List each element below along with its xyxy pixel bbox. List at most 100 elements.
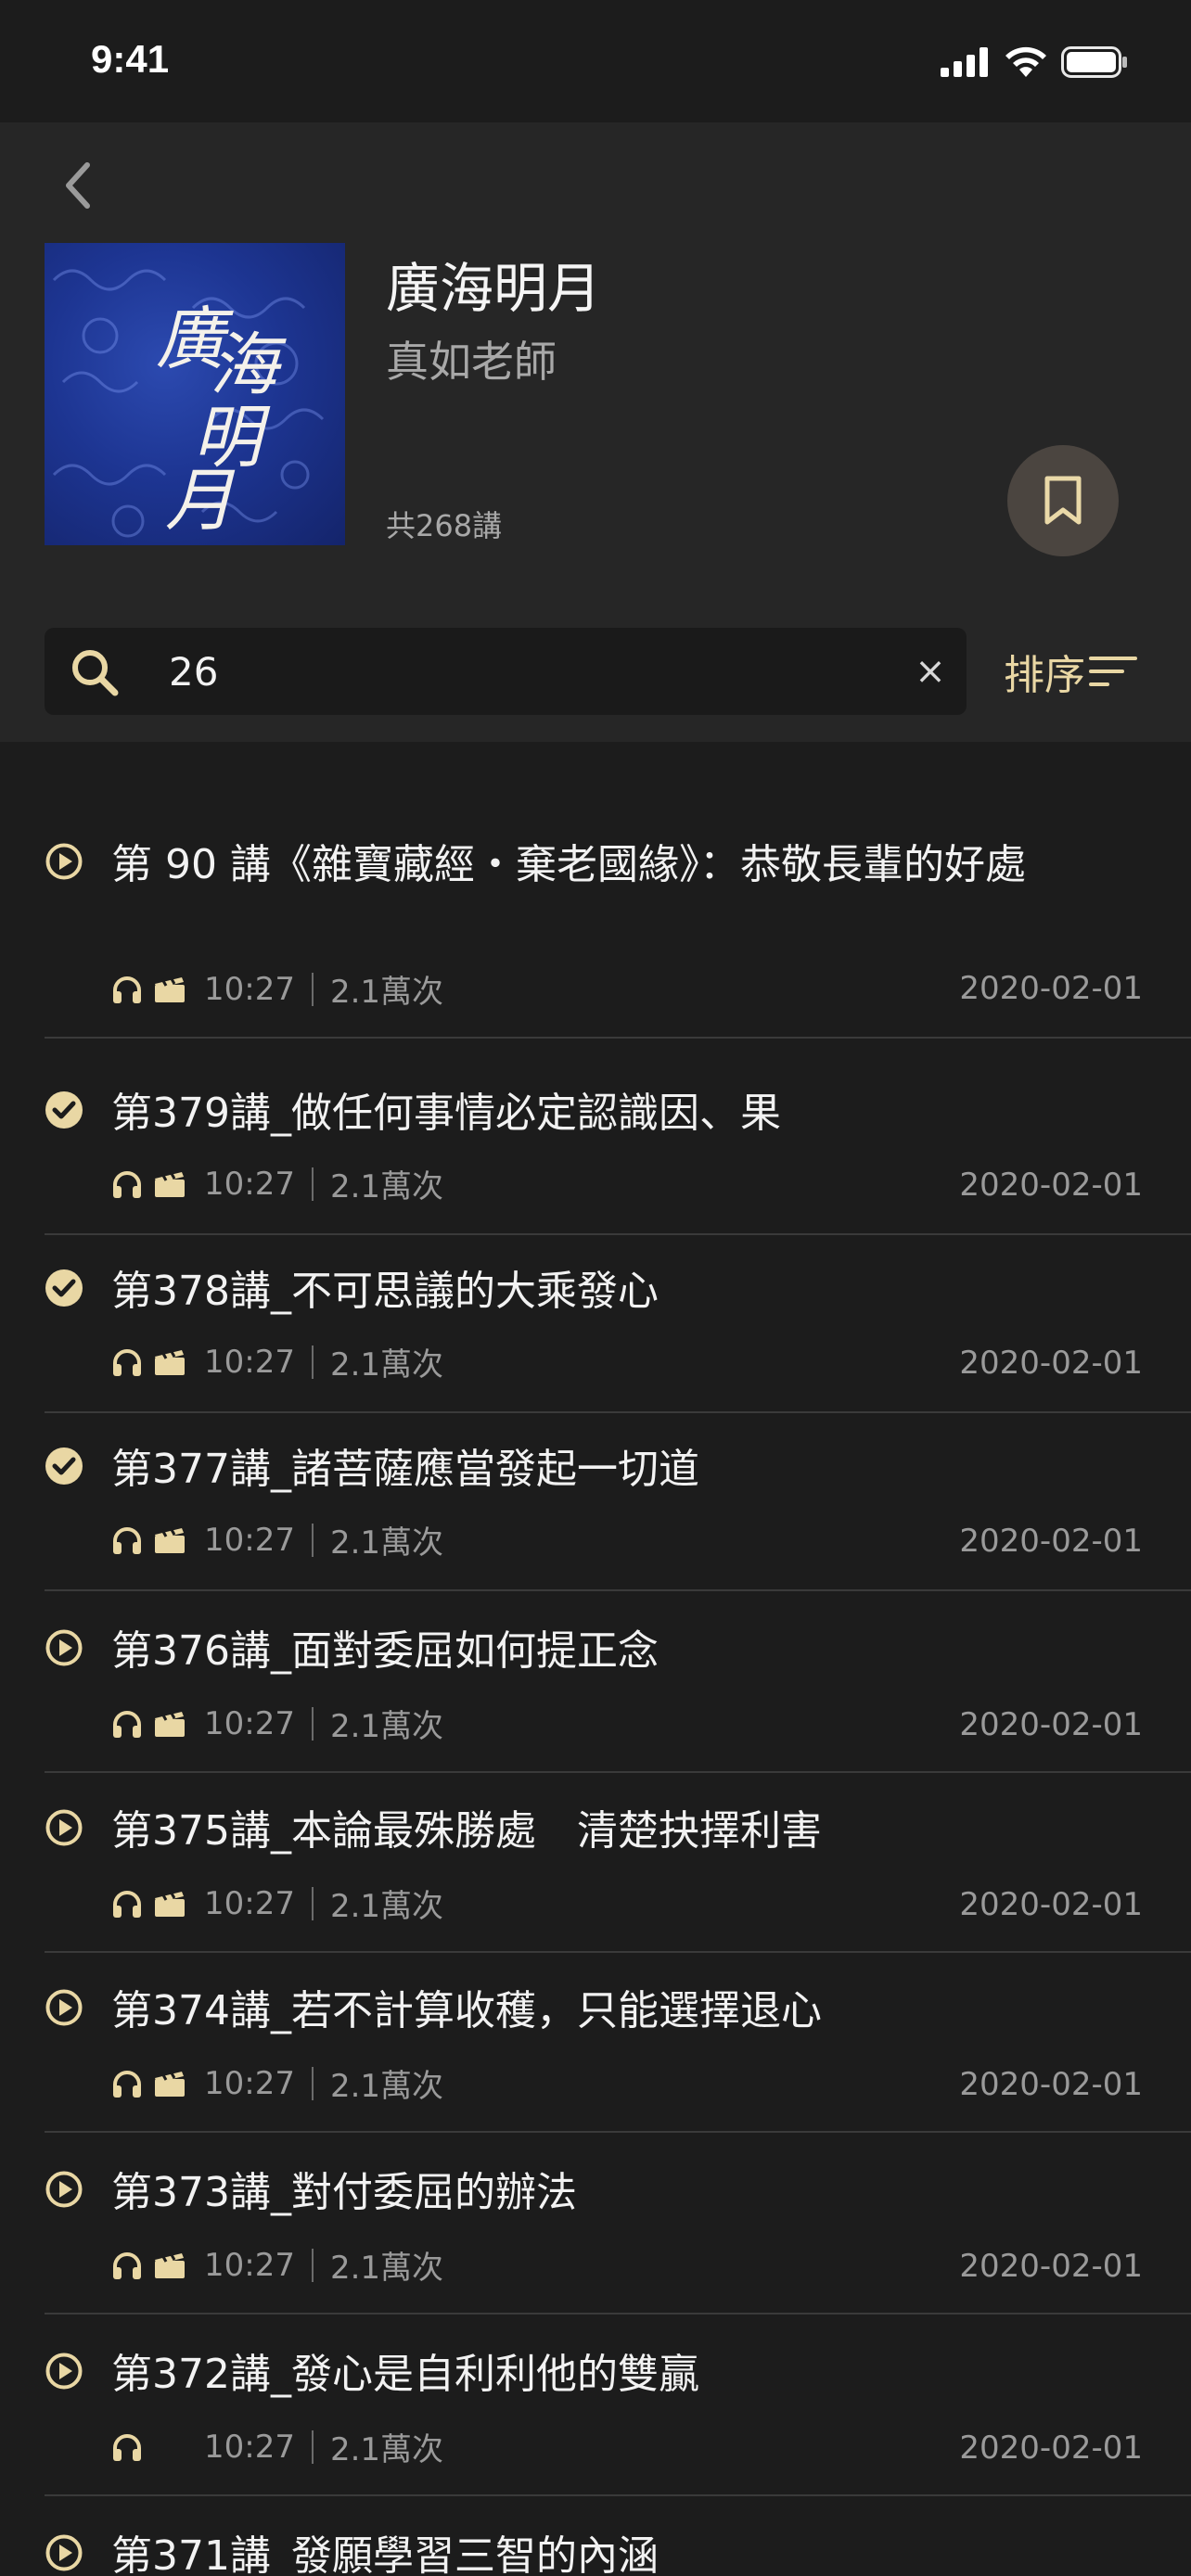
episode-row[interactable]: 第 90 講《雜寶藏經・棄老國緣》：恭敬長輩的好處 10:27 2.1萬次 2020-…	[0, 742, 1191, 1039]
episode-duration: 10:27	[204, 2064, 295, 2102]
episode-row[interactable]: 第376講_面對委屈如何提正念 10:27 2.1萬次 2020-02-01	[0, 1589, 1191, 1773]
meta-separator	[311, 1345, 314, 1379]
episode-date: 2020-02-01	[959, 2248, 1143, 2285]
episode-date: 2020-02-01	[959, 1345, 1143, 1382]
episode-row[interactable]: 第379講_做任何事情必定認識因、果 10:27 2.1萬次 2020-02-01	[0, 1039, 1191, 1235]
episode-row[interactable]: 第378講_不可思議的大乘發心 10:27 2.1萬次 2020-02-01	[0, 1233, 1191, 1413]
episode-date: 2020-02-01	[959, 1523, 1143, 1560]
play-circle-icon[interactable]	[45, 2352, 83, 2394]
episode-meta: 10:27 2.1萬次	[111, 966, 443, 1012]
search-input[interactable]	[169, 644, 892, 698]
episode-duration: 10:27	[204, 1884, 295, 1922]
headphones-icon	[111, 1169, 143, 1199]
episode-play-count: 2.1萬次	[329, 1888, 444, 1925]
episode-meta: 10:27 2.1萬次	[111, 1881, 443, 1926]
episode-date: 2020-02-01	[959, 970, 1143, 1007]
episode-duration: 10:27	[204, 1521, 295, 1559]
video-clapper-icon	[154, 976, 186, 1003]
episode-duration: 10:27	[204, 1343, 295, 1381]
episode-meta: 10:27 2.1萬次	[111, 1339, 443, 1384]
episode-title: 第379講_做任何事情必定認識因、果	[111, 1090, 781, 1137]
bookmark-button[interactable]	[1007, 445, 1119, 556]
episode-count: 共268講	[386, 508, 503, 543]
meta-separator	[311, 972, 314, 1006]
cover-title-art: 廣 海 明 月	[45, 243, 345, 545]
play-circle-icon[interactable]	[45, 842, 83, 885]
episode-title: 第372講_發心是自利利他的雙贏	[111, 2351, 699, 2398]
meta-separator	[311, 1886, 314, 1920]
episode-date: 2020-02-01	[959, 2429, 1143, 2467]
bookmark-icon	[1044, 476, 1082, 525]
completed-check-icon[interactable]	[45, 1090, 83, 1133]
meta-separator	[311, 1167, 314, 1201]
video-clapper-icon	[154, 2251, 186, 2279]
play-circle-icon[interactable]	[45, 2533, 83, 2576]
headphones-icon	[111, 1347, 143, 1377]
chevron-left-icon	[66, 162, 90, 209]
completed-check-icon[interactable]	[45, 1269, 83, 1311]
episode-duration: 10:27	[204, 2428, 295, 2466]
episode-row[interactable]: 第377講_諸菩薩應當發起一切道 10:27 2.1萬次 2020-02-01	[0, 1411, 1191, 1591]
meta-separator	[311, 2066, 314, 2100]
sort-lines-icon	[1089, 657, 1137, 686]
album-header: 廣 海 明 月 廣海明月 真如老師 共268講 × 排序	[0, 122, 1191, 742]
completed-check-icon[interactable]	[45, 1447, 83, 1489]
episode-title: 第373講_對付委屈的辦法	[111, 2169, 577, 2216]
video-clapper-icon	[154, 1710, 186, 1738]
episode-date: 2020-02-01	[959, 2066, 1143, 2103]
headphones-icon	[111, 2432, 143, 2462]
episode-title: 第374講_若不計算收穫，只能選擇退心	[111, 1987, 822, 2034]
episode-play-count: 2.1萬次	[329, 1346, 444, 1384]
headphones-icon	[111, 1525, 143, 1555]
battery-icon	[1061, 46, 1127, 78]
episode-play-count: 2.1萬次	[329, 1708, 444, 1745]
episode-title: 第377講_諸菩薩應當發起一切道	[111, 1446, 699, 1493]
episode-row[interactable]: 第374講_若不計算收穫，只能選擇退心 10:27 2.1萬次 2020-02-01	[0, 1951, 1191, 2133]
play-circle-icon[interactable]	[45, 1808, 83, 1851]
play-circle-icon[interactable]	[45, 2170, 83, 2213]
sort-label: 排序	[1004, 652, 1085, 699]
meta-separator	[311, 2248, 314, 2282]
episode-row[interactable]: 第375講_本論最殊勝處 清楚抉擇利害 10:27 2.1萬次 2020-02-01	[0, 1771, 1191, 1953]
video-clapper-icon	[154, 1348, 186, 1376]
back-button[interactable]	[52, 148, 104, 223]
episode-date: 2020-02-01	[959, 1167, 1143, 1204]
headphones-icon	[111, 2251, 143, 2280]
video-clapper-icon	[154, 1170, 186, 1198]
status-bar: 9:41	[0, 0, 1191, 122]
headphones-icon	[111, 975, 143, 1004]
wifi-icon	[1005, 46, 1046, 77]
sort-button[interactable]: 排序	[1004, 631, 1139, 712]
episode-row[interactable]: 第372講_發心是自利利他的雙贏 10:27 2.1萬次 2020-02-01	[0, 2313, 1191, 2496]
episode-play-count: 2.1萬次	[329, 2068, 444, 2105]
headphones-icon	[111, 1709, 143, 1739]
episode-play-count: 2.1萬次	[329, 974, 444, 1011]
episode-title: 第376講_面對委屈如何提正念	[111, 1627, 659, 1675]
episode-meta: 10:27 2.1萬次	[111, 2424, 443, 2469]
episode-date: 2020-02-01	[959, 1886, 1143, 1923]
episode-title: 第371講_發願學習三智的內涵	[111, 2532, 659, 2576]
episode-title: 第 90 講《雜寶藏經・棄老國緣》：恭敬長輩的好處	[111, 841, 1026, 888]
video-clapper-icon	[154, 2070, 186, 2098]
search-icon	[72, 650, 119, 696]
episode-duration: 10:27	[204, 970, 295, 1008]
search-box: ×	[45, 628, 967, 715]
status-icons	[941, 46, 1128, 78]
play-circle-icon[interactable]	[45, 1628, 83, 1671]
album-author: 真如老師	[386, 337, 557, 387]
episode-duration: 10:27	[204, 1704, 295, 1742]
episode-date: 2020-02-01	[959, 1706, 1143, 1743]
meta-separator	[311, 1706, 314, 1741]
episode-play-count: 2.1萬次	[329, 1524, 444, 1562]
album-title: 廣海明月	[386, 257, 602, 320]
headphones-icon	[111, 2069, 143, 2098]
cellular-signal-icon	[941, 47, 988, 77]
episode-meta: 10:27 2.1萬次	[111, 1161, 443, 1206]
clear-search-button[interactable]: ×	[907, 644, 954, 698]
episode-row[interactable]: 第371講_發願學習三智的內涵	[0, 2494, 1191, 2576]
episode-row[interactable]: 第373講_對付委屈的辦法 10:27 2.1萬次 2020-02-01	[0, 2131, 1191, 2315]
meta-separator	[311, 2429, 314, 2464]
episode-meta: 10:27 2.1萬次	[111, 1701, 443, 1746]
video-clapper-icon	[154, 1890, 186, 1918]
play-circle-icon[interactable]	[45, 1988, 83, 2031]
